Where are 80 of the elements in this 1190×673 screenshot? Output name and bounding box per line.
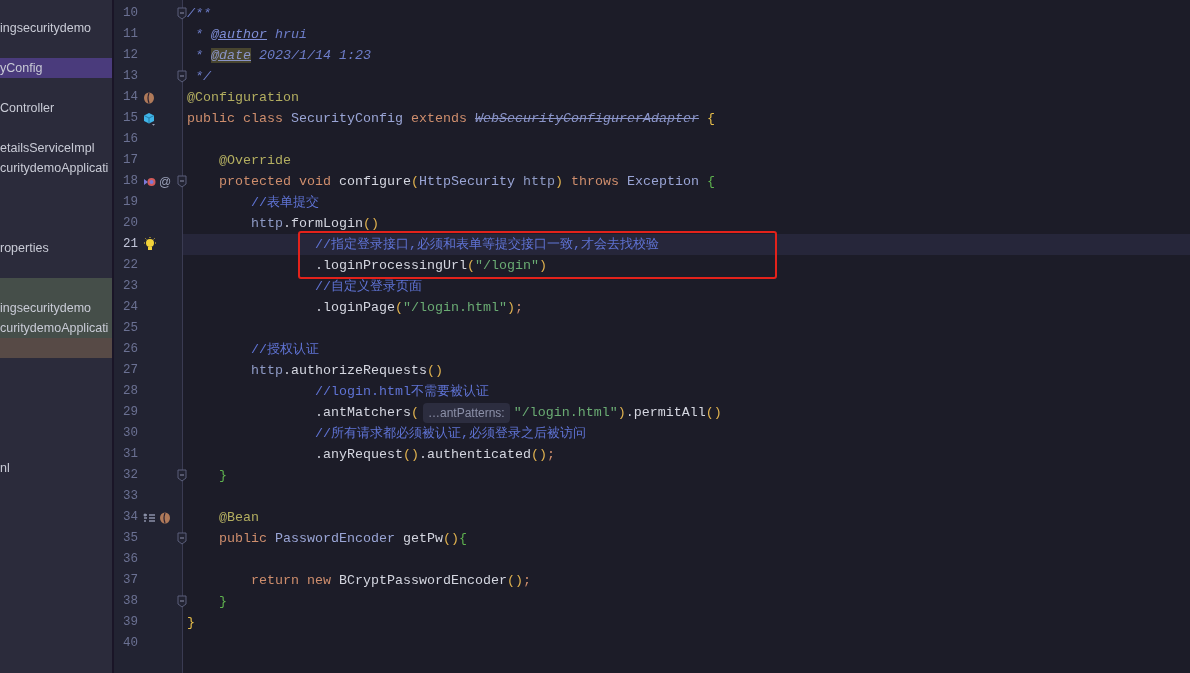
code-text: * @date 2023/1/14 1:23 bbox=[195, 46, 371, 65]
line-number: 22 bbox=[122, 257, 138, 275]
fold-marker-icon[interactable] bbox=[177, 175, 187, 188]
code-text: } bbox=[219, 466, 227, 485]
light-bulb-icon[interactable] bbox=[143, 237, 157, 252]
code-text: protected void configure(HttpSecurity http) throws Exception { bbox=[219, 172, 715, 191]
line-number: 23 bbox=[122, 278, 138, 296]
line-number: 19 bbox=[122, 194, 138, 212]
line-number: 28 bbox=[122, 383, 138, 401]
fold-marker-icon[interactable] bbox=[177, 469, 187, 482]
line-number: 34 bbox=[122, 509, 138, 527]
line-number: 18 bbox=[122, 173, 138, 191]
code-text: * @author hrui bbox=[195, 25, 307, 44]
line-number: 14 bbox=[122, 89, 138, 107]
code-text: //login.html不需要被认证 bbox=[315, 382, 489, 401]
code-text: .anyRequest().authenticated(); bbox=[315, 445, 555, 464]
line-number: 38 bbox=[122, 593, 138, 611]
code-text: public PasswordEncoder getPw(){ bbox=[219, 529, 467, 548]
bean-icon[interactable] bbox=[143, 91, 155, 104]
fold-marker-icon[interactable] bbox=[177, 532, 187, 545]
code-text: /** bbox=[187, 4, 211, 23]
line-number: 39 bbox=[122, 614, 138, 632]
gutter-symbol[interactable]: @ bbox=[159, 172, 172, 191]
code-text: //所有请求都必须被认证,必须登录之后被访问 bbox=[315, 424, 586, 443]
code-text: @Override bbox=[219, 151, 291, 170]
code-text: //指定登录接口,必须和表单等提交接口一致,才会去找校验 bbox=[315, 235, 659, 254]
tree-item[interactable]: nl bbox=[0, 461, 10, 475]
line-number: 13 bbox=[122, 68, 138, 86]
line-number: 20 bbox=[122, 215, 138, 233]
code-text: @Bean bbox=[219, 508, 259, 527]
list-icon[interactable] bbox=[143, 512, 156, 523]
code-text: .loginProcessingUrl("/login") bbox=[315, 256, 547, 275]
code-text: .loginPage("/login.html"); bbox=[315, 298, 523, 317]
line-number: 26 bbox=[122, 341, 138, 359]
line-number: 16 bbox=[122, 131, 138, 149]
tree-item[interactable]: curitydemoApplicati bbox=[0, 161, 109, 175]
line-number: 12 bbox=[122, 47, 138, 65]
tree-item[interactable]: Controller bbox=[0, 101, 55, 115]
code-text: } bbox=[187, 613, 195, 632]
line-number: 40 bbox=[122, 635, 138, 653]
tree-item[interactable]: ingsecuritydemo bbox=[0, 21, 91, 35]
fold-marker-icon[interactable] bbox=[177, 595, 187, 608]
code-text: "/login.html").permitAll() bbox=[513, 403, 722, 422]
fold-marker-icon[interactable] bbox=[177, 7, 187, 20]
line-number: 33 bbox=[122, 488, 138, 506]
override-marker-icon[interactable] bbox=[143, 175, 156, 188]
line-number: 11 bbox=[122, 26, 138, 44]
code-text: //表单提交 bbox=[251, 193, 319, 212]
bean-icon[interactable] bbox=[159, 511, 171, 524]
line-number: 17 bbox=[122, 152, 138, 170]
line-number: 15 bbox=[122, 110, 138, 128]
line-number: 27 bbox=[122, 362, 138, 380]
line-number: 29 bbox=[122, 404, 138, 422]
line-number: 35 bbox=[122, 530, 138, 548]
code-text: } bbox=[219, 592, 227, 611]
code-text: public class SecurityConfig extends WebSecurityConfigurerAdapter { bbox=[187, 109, 715, 128]
code-text: http.formLogin() bbox=[251, 214, 379, 233]
code-text: .antMatchers( bbox=[315, 403, 419, 422]
line-number: 32 bbox=[122, 467, 138, 485]
line-number: 10 bbox=[122, 5, 138, 23]
line-number: 36 bbox=[122, 551, 138, 569]
cube-icon[interactable] bbox=[143, 111, 156, 126]
line-number: 31 bbox=[122, 446, 138, 464]
code-text: */ bbox=[195, 67, 211, 86]
fold-marker-icon[interactable] bbox=[177, 70, 187, 83]
tree-item[interactable]: etailsServiceImpl bbox=[0, 141, 95, 155]
line-number: 24 bbox=[122, 299, 138, 317]
code-text: @Configuration bbox=[187, 88, 299, 107]
line-number: 25 bbox=[122, 320, 138, 338]
tree-item[interactable]: roperties bbox=[0, 241, 49, 255]
line-number: 30 bbox=[122, 425, 138, 443]
code-text: //自定义登录页面 bbox=[315, 277, 422, 296]
parameter-hint: …antPatterns: bbox=[422, 402, 510, 423]
tree-item[interactable]: curitydemoApplicati bbox=[0, 321, 109, 335]
code-text: //授权认证 bbox=[251, 340, 319, 359]
tree-item[interactable]: ingsecuritydemo bbox=[0, 301, 91, 315]
line-number: 21 bbox=[122, 236, 138, 254]
code-text: http.authorizeRequests() bbox=[251, 361, 443, 380]
line-number: 37 bbox=[122, 572, 138, 590]
code-text: return new BCryptPasswordEncoder(); bbox=[251, 571, 531, 590]
